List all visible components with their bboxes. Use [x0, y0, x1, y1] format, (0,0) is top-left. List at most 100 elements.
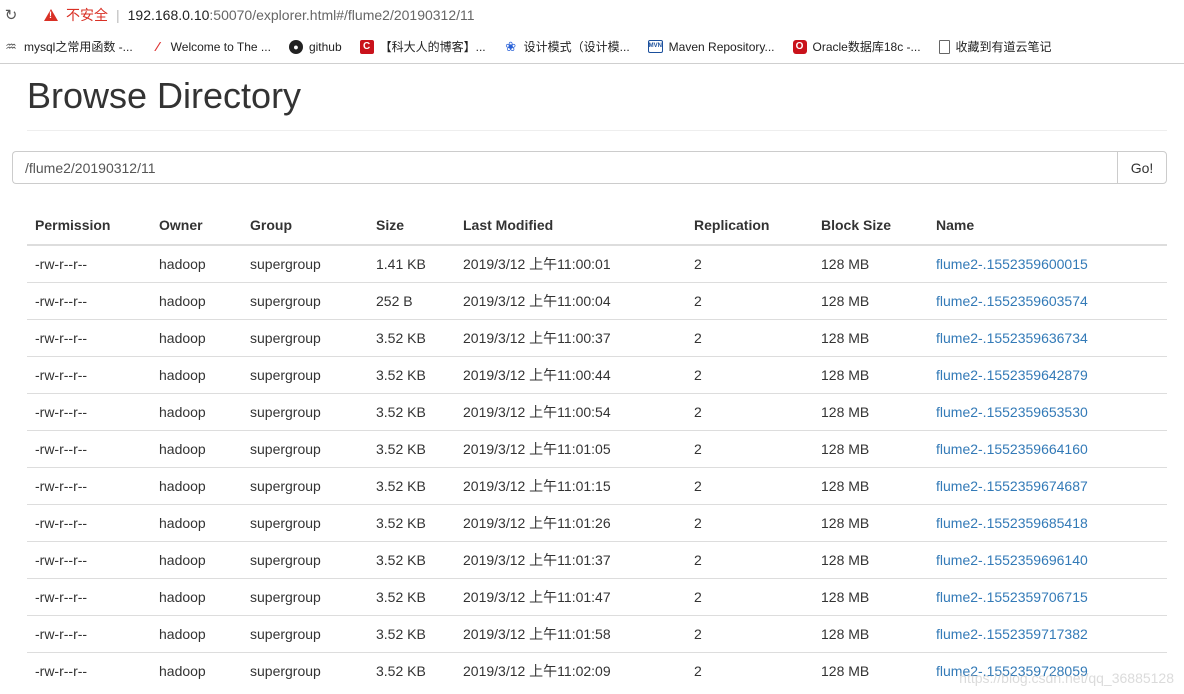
- header-group[interactable]: Group: [242, 206, 368, 246]
- cell-name: flume2-.1552359685418: [928, 504, 1167, 542]
- cell-size: 3.52 KB: [368, 467, 455, 505]
- cell-name: flume2-.1552359653530: [928, 393, 1167, 431]
- cell-block-size: 128 MB: [813, 244, 928, 283]
- table-row: -rw-r--r-- hadoop supergroup 3.52 KB 2019/3/…: [27, 467, 1167, 505]
- header-last-modified[interactable]: Last Modified: [455, 206, 686, 246]
- bookmark-github[interactable]: ● github: [288, 39, 342, 54]
- cell-replication: 2: [686, 319, 813, 357]
- cell-replication: 2: [686, 615, 813, 653]
- url-text[interactable]: 192.168.0.10:50070/explorer.html#/flume2…: [128, 7, 475, 23]
- cell-owner: hadoop: [151, 541, 242, 579]
- path-input[interactable]: [12, 151, 1117, 184]
- cell-last-modified: 2019/3/12 上午11:01:37: [455, 541, 686, 579]
- cell-name: flume2-.1552359674687: [928, 467, 1167, 505]
- watermark: https://blog.csdn.net/qq_36885128: [959, 670, 1174, 686]
- cell-owner: hadoop: [151, 467, 242, 505]
- file-link[interactable]: flume2-.1552359636734: [936, 330, 1088, 346]
- cell-group: supergroup: [242, 319, 368, 357]
- cell-last-modified: 2019/3/12 上午11:02:09: [455, 652, 686, 689]
- bookmark-welcome[interactable]: ⁄ Welcome to The ...: [151, 39, 271, 54]
- bookmark-youdao[interactable]: 收藏到有道云笔记: [938, 38, 1052, 55]
- go-button[interactable]: Go!: [1117, 151, 1167, 184]
- cell-permission: -rw-r--r--: [27, 615, 151, 653]
- table-row: -rw-r--r-- hadoop supergroup 3.52 KB 2019/3/…: [27, 578, 1167, 616]
- cell-name: flume2-.1552359717382: [928, 615, 1167, 653]
- cell-last-modified: 2019/3/12 上午11:00:44: [455, 356, 686, 394]
- cell-size: 3.52 KB: [368, 615, 455, 653]
- cell-block-size: 128 MB: [813, 541, 928, 579]
- file-link[interactable]: flume2-.1552359600015: [936, 256, 1088, 272]
- cell-block-size: 128 MB: [813, 356, 928, 394]
- file-link[interactable]: flume2-.1552359696140: [936, 552, 1088, 568]
- bookmark-mysql[interactable]: ♒ mysql之常用函数 -...: [4, 38, 133, 55]
- page-icon: [938, 39, 950, 54]
- cell-name: flume2-.1552359603574: [928, 282, 1167, 320]
- file-link[interactable]: flume2-.1552359642879: [936, 367, 1088, 383]
- file-link[interactable]: flume2-.1552359706715: [936, 589, 1088, 605]
- cell-permission: -rw-r--r--: [27, 319, 151, 357]
- header-replication[interactable]: Replication: [686, 206, 813, 246]
- cell-replication: 2: [686, 504, 813, 542]
- cell-replication: 2: [686, 467, 813, 505]
- cell-permission: -rw-r--r--: [27, 244, 151, 283]
- table-row: -rw-r--r-- hadoop supergroup 252 B 2019/3/12…: [27, 282, 1167, 320]
- bookmark-oracle[interactable]: O Oracle数据库18c -...: [792, 38, 921, 55]
- table-header-row: Permission Owner Group Size Last Modifie…: [27, 206, 1167, 246]
- cell-size: 3.52 KB: [368, 430, 455, 468]
- cell-permission: -rw-r--r--: [27, 504, 151, 542]
- header-owner[interactable]: Owner: [151, 206, 242, 246]
- cell-group: supergroup: [242, 282, 368, 320]
- file-link[interactable]: flume2-.1552359664160: [936, 441, 1088, 457]
- bookmarks-bar: ♒ mysql之常用函数 -... ⁄ Welcome to The ... ● gi…: [0, 30, 1184, 64]
- github-icon: ●: [288, 39, 303, 54]
- cell-last-modified: 2019/3/12 上午11:01:05: [455, 430, 686, 468]
- cell-permission: -rw-r--r--: [27, 356, 151, 394]
- cell-size: 3.52 KB: [368, 541, 455, 579]
- header-name[interactable]: Name: [928, 206, 1167, 246]
- cell-block-size: 128 MB: [813, 319, 928, 357]
- path-form: Go!: [12, 151, 1167, 184]
- oracle-icon: O: [792, 39, 807, 54]
- header-block-size[interactable]: Block Size: [813, 206, 928, 246]
- cell-group: supergroup: [242, 541, 368, 579]
- page-container: Browse Directory Go! Permission Owner Gr…: [0, 74, 1184, 689]
- cell-size: 3.52 KB: [368, 356, 455, 394]
- url-separator: |: [116, 7, 120, 23]
- mvn-icon: MVN: [647, 40, 663, 53]
- cell-owner: hadoop: [151, 504, 242, 542]
- bookmark-csdn[interactable]: C 【科大人的博客】...: [359, 38, 486, 55]
- header-permission[interactable]: Permission: [27, 206, 151, 246]
- bookmark-label: github: [308, 39, 342, 54]
- cell-owner: hadoop: [151, 430, 242, 468]
- cell-group: supergroup: [242, 467, 368, 505]
- cell-size: 3.52 KB: [368, 393, 455, 431]
- header-size[interactable]: Size: [368, 206, 455, 246]
- file-link[interactable]: flume2-.1552359653530: [936, 404, 1088, 420]
- cell-size: 3.52 KB: [368, 652, 455, 689]
- cell-last-modified: 2019/3/12 上午11:00:04: [455, 282, 686, 320]
- cell-block-size: 128 MB: [813, 615, 928, 653]
- cell-replication: 2: [686, 282, 813, 320]
- bookmark-maven[interactable]: MVN Maven Repository...: [647, 40, 775, 54]
- baidu-icon: ❀: [505, 38, 517, 54]
- table-row: -rw-r--r-- hadoop supergroup 3.52 KB 2019/3/…: [27, 356, 1167, 394]
- file-link[interactable]: flume2-.1552359717382: [936, 626, 1088, 642]
- cell-size: 3.52 KB: [368, 319, 455, 357]
- file-link[interactable]: flume2-.1552359603574: [936, 293, 1088, 309]
- csdn-icon: C: [359, 39, 374, 54]
- cell-permission: -rw-r--r--: [27, 541, 151, 579]
- security-label[interactable]: 不安全: [66, 5, 108, 25]
- cell-group: supergroup: [242, 356, 368, 394]
- cell-size: 3.52 KB: [368, 578, 455, 616]
- bookmark-design[interactable]: ❀ 设计模式（设计模...: [504, 38, 629, 55]
- cell-group: supergroup: [242, 652, 368, 689]
- cell-group: supergroup: [242, 430, 368, 468]
- file-link[interactable]: flume2-.1552359685418: [936, 515, 1088, 531]
- address-bar[interactable]: ↻ 不安全 | 192.168.0.10:50070/explorer.html…: [0, 0, 1184, 30]
- reload-icon[interactable]: ↻: [2, 6, 20, 24]
- cell-owner: hadoop: [151, 356, 242, 394]
- cell-name: flume2-.1552359642879: [928, 356, 1167, 394]
- table-row: -rw-r--r-- hadoop supergroup 3.52 KB 2019/3/…: [27, 430, 1167, 468]
- file-link[interactable]: flume2-.1552359674687: [936, 478, 1088, 494]
- cell-size: 1.41 KB: [368, 244, 455, 283]
